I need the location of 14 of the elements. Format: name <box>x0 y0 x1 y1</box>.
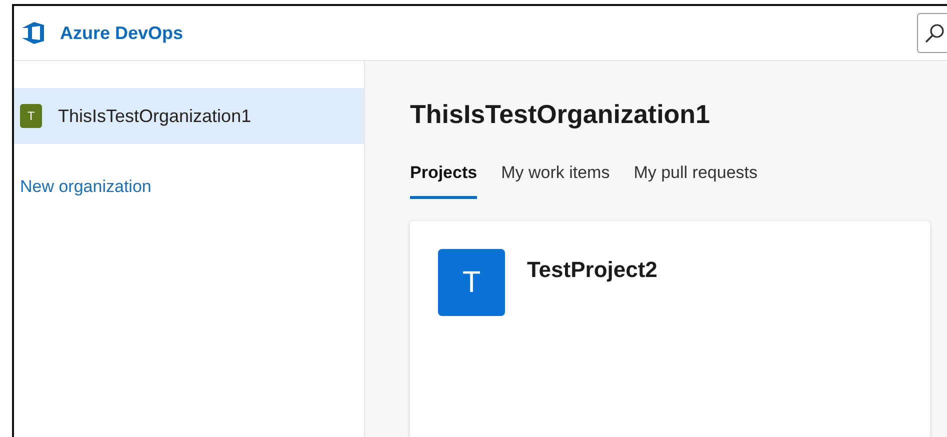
page-title: ThisIsTestOrganization1 <box>410 99 712 130</box>
organization-item[interactable]: T ThisIsTestOrganization1 <box>14 88 364 144</box>
search-icon <box>924 22 946 44</box>
brand-title[interactable]: Azure DevOps <box>60 20 184 46</box>
organization-avatar: T <box>20 104 42 128</box>
project-name[interactable]: TestProject2 <box>527 252 658 283</box>
logo-icon <box>20 21 46 45</box>
tab[interactable]: My pull requests <box>634 160 758 199</box>
tab[interactable]: Projects <box>410 160 478 199</box>
project-avatar: T <box>438 248 505 316</box>
search-button[interactable] <box>917 13 947 53</box>
tab[interactable]: My work items <box>501 160 610 199</box>
project-card[interactable]: T TestProject2 <box>410 220 930 437</box>
new-organization-link[interactable]: New organization <box>20 174 152 200</box>
